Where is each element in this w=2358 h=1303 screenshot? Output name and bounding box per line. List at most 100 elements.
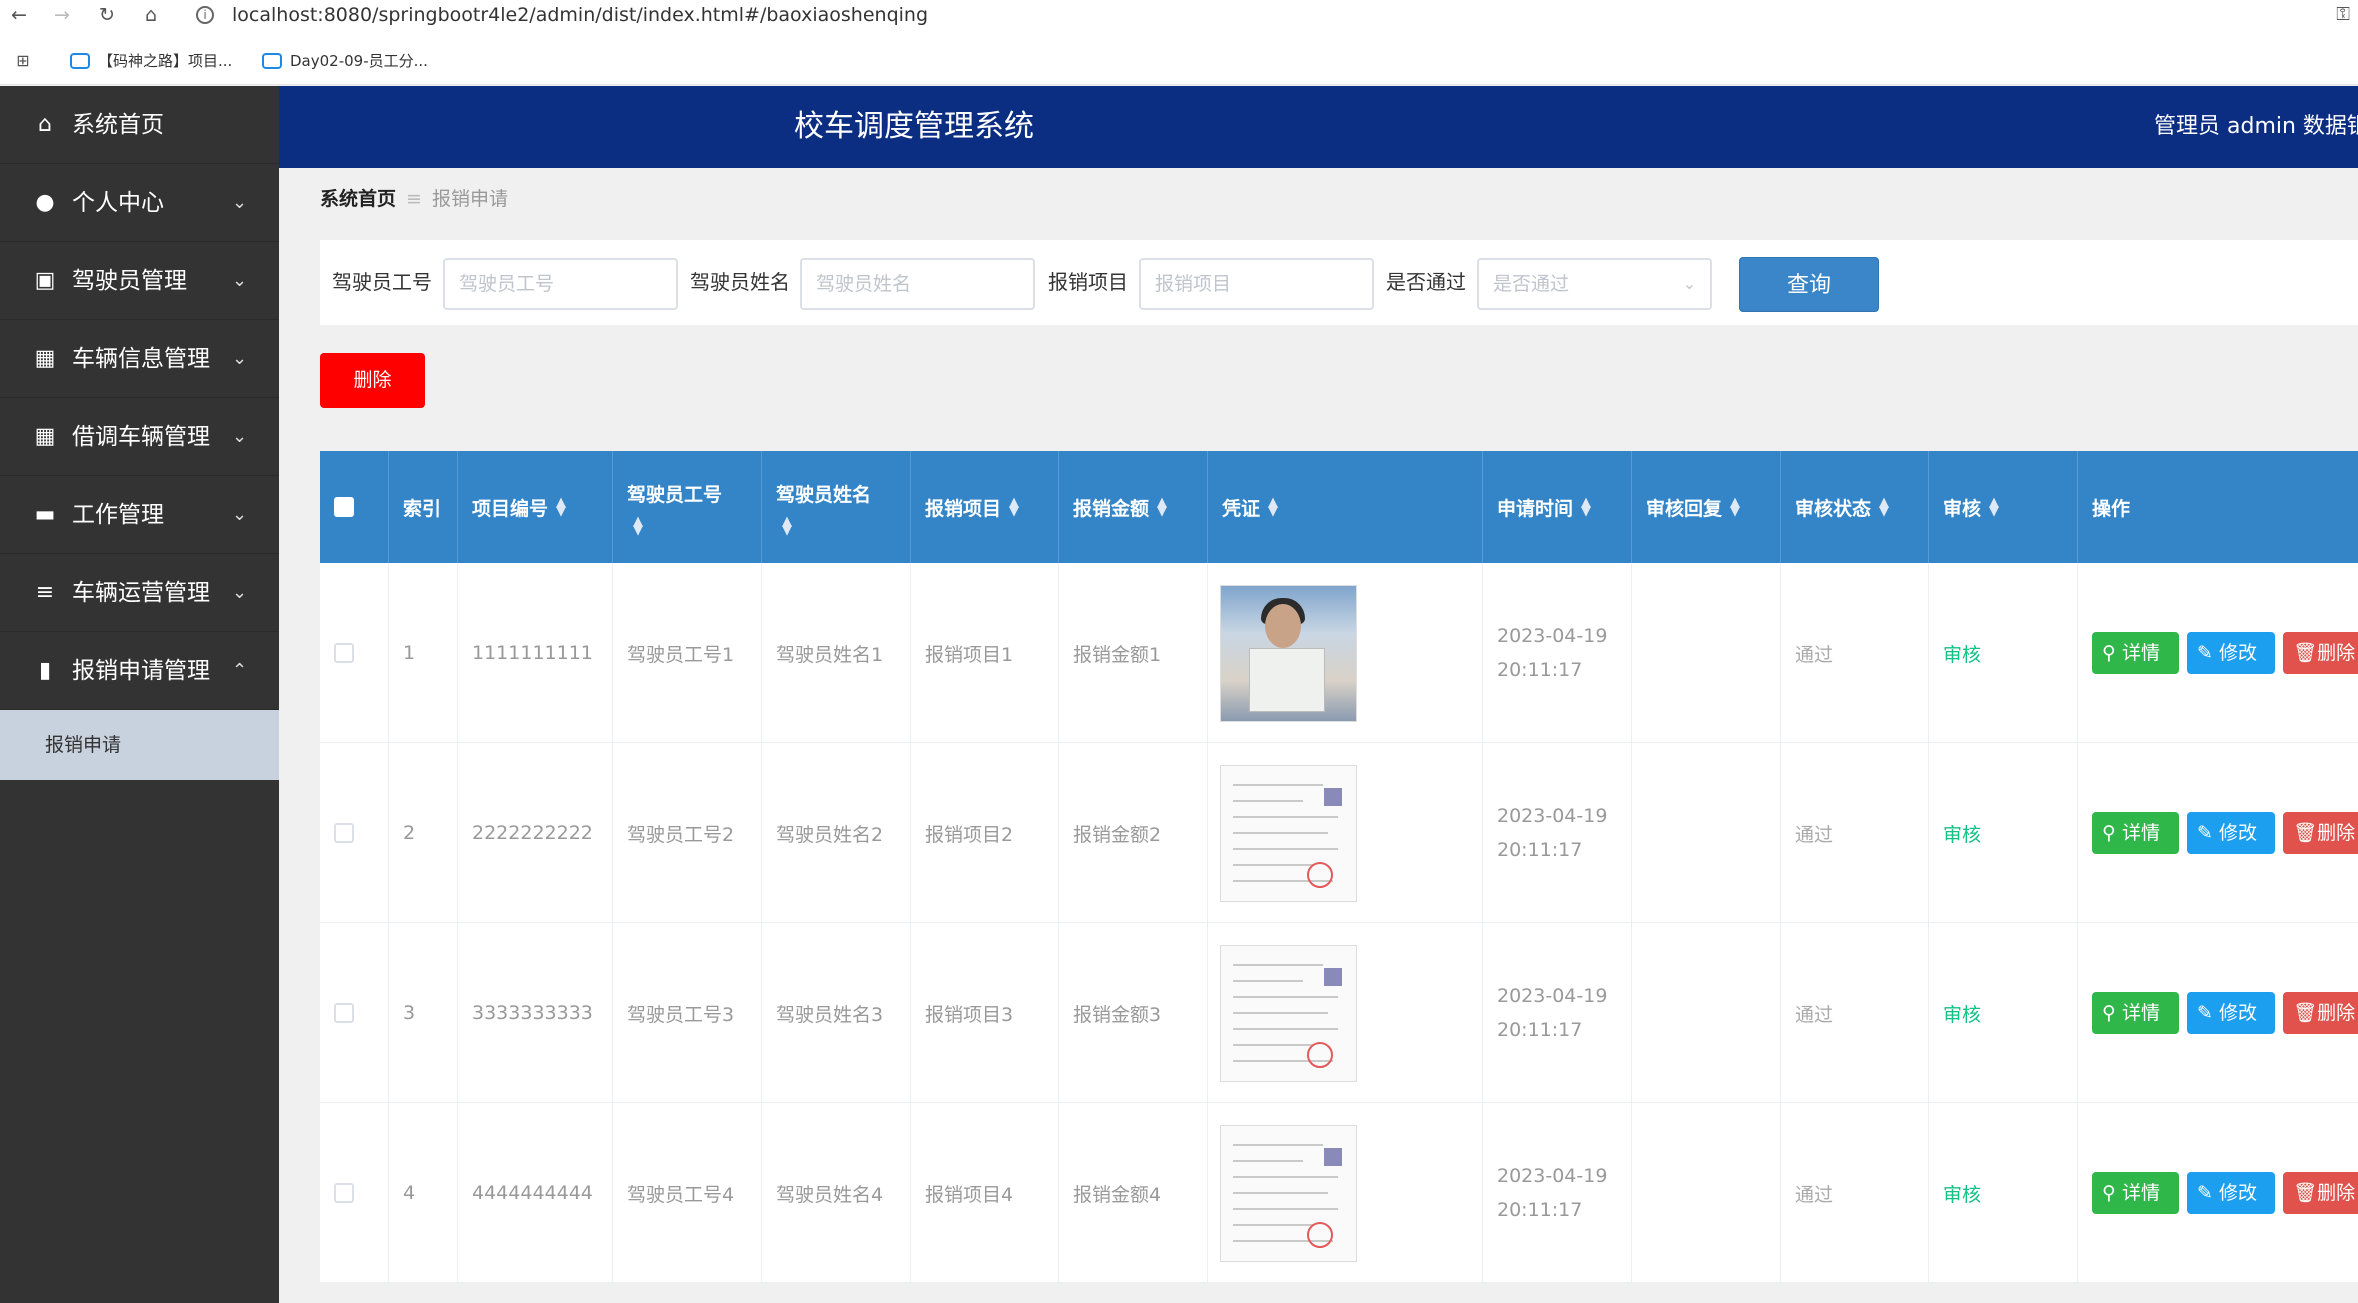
reload-icon[interactable]: ↻ (90, 0, 124, 30)
address-bar[interactable]: localhost:8080/springbootr4le2/admin/dis… (232, 0, 928, 30)
detail-button[interactable]: ⚲ 详情 (2092, 812, 2179, 854)
user-info[interactable]: 管理员 admin 数据银 (2154, 86, 2358, 168)
table-cell (320, 743, 389, 923)
table-cell: 报销项目4 (911, 1103, 1059, 1283)
driver-name-input[interactable] (800, 258, 1035, 310)
row-actions: ⚲ 详情 ✎ 修改 🗑删除 (2092, 1172, 2358, 1214)
table-cell (1632, 923, 1781, 1103)
table-cell: 3 (389, 923, 458, 1103)
sliders-icon: ≡ (35, 580, 55, 605)
voucher-image[interactable] (1220, 764, 1357, 902)
sort-icon[interactable]: ▲ ▼ (1268, 496, 1278, 518)
detail-button[interactable]: ⚲ 详情 (2092, 1172, 2179, 1214)
row-code: 4444444444 (472, 1182, 593, 1204)
row-audit-link[interactable]: 审核 (1943, 820, 1981, 847)
sidebar-item-personal[interactable]: ● 个人中心 ⌄ (0, 164, 279, 242)
sidebar-subitem-reimbursement-apply[interactable]: 报销申请 (0, 710, 279, 780)
edit-button[interactable]: ✎ 修改 (2187, 992, 2275, 1034)
breadcrumb-separator: ≡ (406, 188, 422, 210)
detail-button[interactable]: ⚲ 详情 (2092, 632, 2179, 674)
query-button[interactable]: 查询 (1739, 257, 1879, 312)
sort-icon[interactable]: ▲ ▼ (1581, 496, 1591, 518)
sidebar: ⌂ 系统首页 ● 个人中心 ⌄ ▣ 驾驶员管理 ⌄ ▦ 车辆信息管理 ⌄ ▦ 借… (0, 86, 279, 1303)
col-audit[interactable]: 审核 ▲ ▼ (1929, 451, 2078, 563)
key-icon[interactable]: ⚿ (2336, 4, 2350, 25)
back-icon[interactable]: ← (2, 0, 36, 30)
sort-icon[interactable]: ▲ ▼ (1730, 496, 1740, 518)
edit-icon: ✎ (2197, 1002, 2213, 1024)
sidebar-item-reimbursement[interactable]: ▮ 报销申请管理 ⌃ (0, 632, 279, 710)
row-driver-no: 驾驶员工号1 (627, 643, 735, 666)
row-delete-button[interactable]: 🗑删除 (2283, 992, 2358, 1034)
search-form: 驾驶员工号 驾驶员姓名 报销项目 是否通过 是否通过 ⌄ 查询 (320, 240, 2358, 325)
sort-icon[interactable]: ▲ ▼ (1009, 496, 1019, 518)
sort-icon[interactable]: ▲ ▼ (782, 515, 792, 537)
col-item[interactable]: 报销项目 ▲ ▼ (911, 451, 1059, 563)
col-voucher[interactable]: 凭证 ▲ ▼ (1208, 451, 1483, 563)
row-audit-link[interactable]: 审核 (1943, 1000, 1981, 1027)
edit-button[interactable]: ✎ 修改 (2187, 812, 2275, 854)
col-driver-no[interactable]: 驾驶员工号 ▲ ▼ (613, 451, 762, 563)
bookmark-item[interactable]: 【码神之路】项目... (70, 44, 232, 78)
row-driver-no: 驾驶员工号2 (627, 823, 735, 846)
sidebar-item-home[interactable]: ⌂ 系统首页 (0, 86, 279, 164)
bar-chart-icon: ▮ (38, 658, 52, 683)
edit-button[interactable]: ✎ 修改 (2187, 1172, 2275, 1214)
item-input[interactable] (1139, 258, 1374, 310)
detail-button[interactable]: ⚲ 详情 (2092, 992, 2179, 1034)
sidebar-item-work[interactable]: ▬ 工作管理 ⌄ (0, 476, 279, 554)
table-row: 2 2222222222 驾驶员工号2 驾驶员姓名2 报销项目2 报销金额2 2023-04… (320, 743, 2358, 923)
sort-icon[interactable]: ▲ ▼ (556, 496, 566, 518)
col-status[interactable]: 审核状态 ▲ ▼ (1781, 451, 1929, 563)
col-driver-name[interactable]: 驾驶员姓名 ▲ ▼ (762, 451, 911, 563)
home-page-icon[interactable]: ⌂ (134, 0, 168, 30)
search-icon: ⚲ (2102, 1002, 2116, 1024)
select-all-checkbox[interactable] (334, 497, 354, 517)
row-delete-button[interactable]: 🗑删除 (2283, 632, 2358, 674)
row-checkbox[interactable] (334, 823, 354, 843)
sidebar-item-operations[interactable]: ≡ 车辆运营管理 ⌄ (0, 554, 279, 632)
system-title: 校车调度管理系统 (794, 109, 1034, 144)
row-actions: ⚲ 详情 ✎ 修改 🗑删除 (2092, 632, 2358, 674)
sort-icon[interactable]: ▲ ▼ (633, 515, 643, 537)
sidebar-item-borrowed-vehicles[interactable]: ▦ 借调车辆管理 ⌄ (0, 398, 279, 476)
col-code[interactable]: 项目编号 ▲ ▼ (458, 451, 613, 563)
col-reply[interactable]: 审核回复 ▲ ▼ (1632, 451, 1781, 563)
row-audit-link[interactable]: 审核 (1943, 1180, 1981, 1207)
row-delete-button[interactable]: 🗑删除 (2283, 1172, 2358, 1214)
table-cell: 审核 (1929, 563, 2078, 743)
site-info-icon[interactable]: i (196, 6, 214, 24)
bulk-delete-button[interactable]: 删除 (320, 353, 425, 408)
table-cell: 2023-04-19 20:11:17 (1483, 563, 1632, 743)
sidebar-item-vehicles[interactable]: ▦ 车辆信息管理 ⌄ (0, 320, 279, 398)
voucher-image[interactable] (1220, 944, 1357, 1082)
breadcrumb-home[interactable]: 系统首页 (320, 188, 396, 210)
chevron-down-icon: ⌄ (232, 426, 248, 447)
row-checkbox[interactable] (334, 1183, 354, 1203)
row-delete-button[interactable]: 🗑删除 (2283, 812, 2358, 854)
row-status: 通过 (1795, 1003, 1834, 1026)
forward-icon[interactable]: → (45, 0, 79, 30)
row-code: 1111111111 (472, 642, 593, 664)
table-cell: 2023-04-19 20:11:17 (1483, 923, 1632, 1103)
sidebar-item-drivers[interactable]: ▣ 驾驶员管理 ⌄ (0, 242, 279, 320)
row-checkbox[interactable] (334, 1003, 354, 1023)
user-icon: ● (35, 190, 55, 215)
table-cell: ⚲ 详情 ✎ 修改 🗑删除 (2078, 563, 2358, 743)
apps-grid-icon[interactable]: ⊞ (6, 46, 40, 76)
edit-button[interactable]: ✎ 修改 (2187, 632, 2275, 674)
sort-icon[interactable]: ▲ ▼ (1157, 496, 1167, 518)
sort-icon[interactable]: ▲ ▼ (1879, 496, 1889, 518)
col-amount[interactable]: 报销金额 ▲ ▼ (1059, 451, 1208, 563)
row-checkbox[interactable] (334, 643, 354, 663)
sort-icon[interactable]: ▲ ▼ (1989, 496, 1999, 518)
voucher-image[interactable] (1220, 1124, 1357, 1262)
driver-no-input[interactable] (443, 258, 678, 310)
grid-icon: ▦ (34, 424, 56, 449)
col-apply-time[interactable]: 申请时间 ▲ ▼ (1483, 451, 1632, 563)
bookmark-item[interactable]: Day02-09-员工分... (262, 44, 428, 78)
row-audit-link[interactable]: 审核 (1943, 640, 1981, 667)
voucher-image[interactable] (1220, 584, 1357, 722)
row-actions: ⚲ 详情 ✎ 修改 🗑删除 (2092, 812, 2358, 854)
passed-select[interactable]: 是否通过 ⌄ (1477, 258, 1712, 310)
